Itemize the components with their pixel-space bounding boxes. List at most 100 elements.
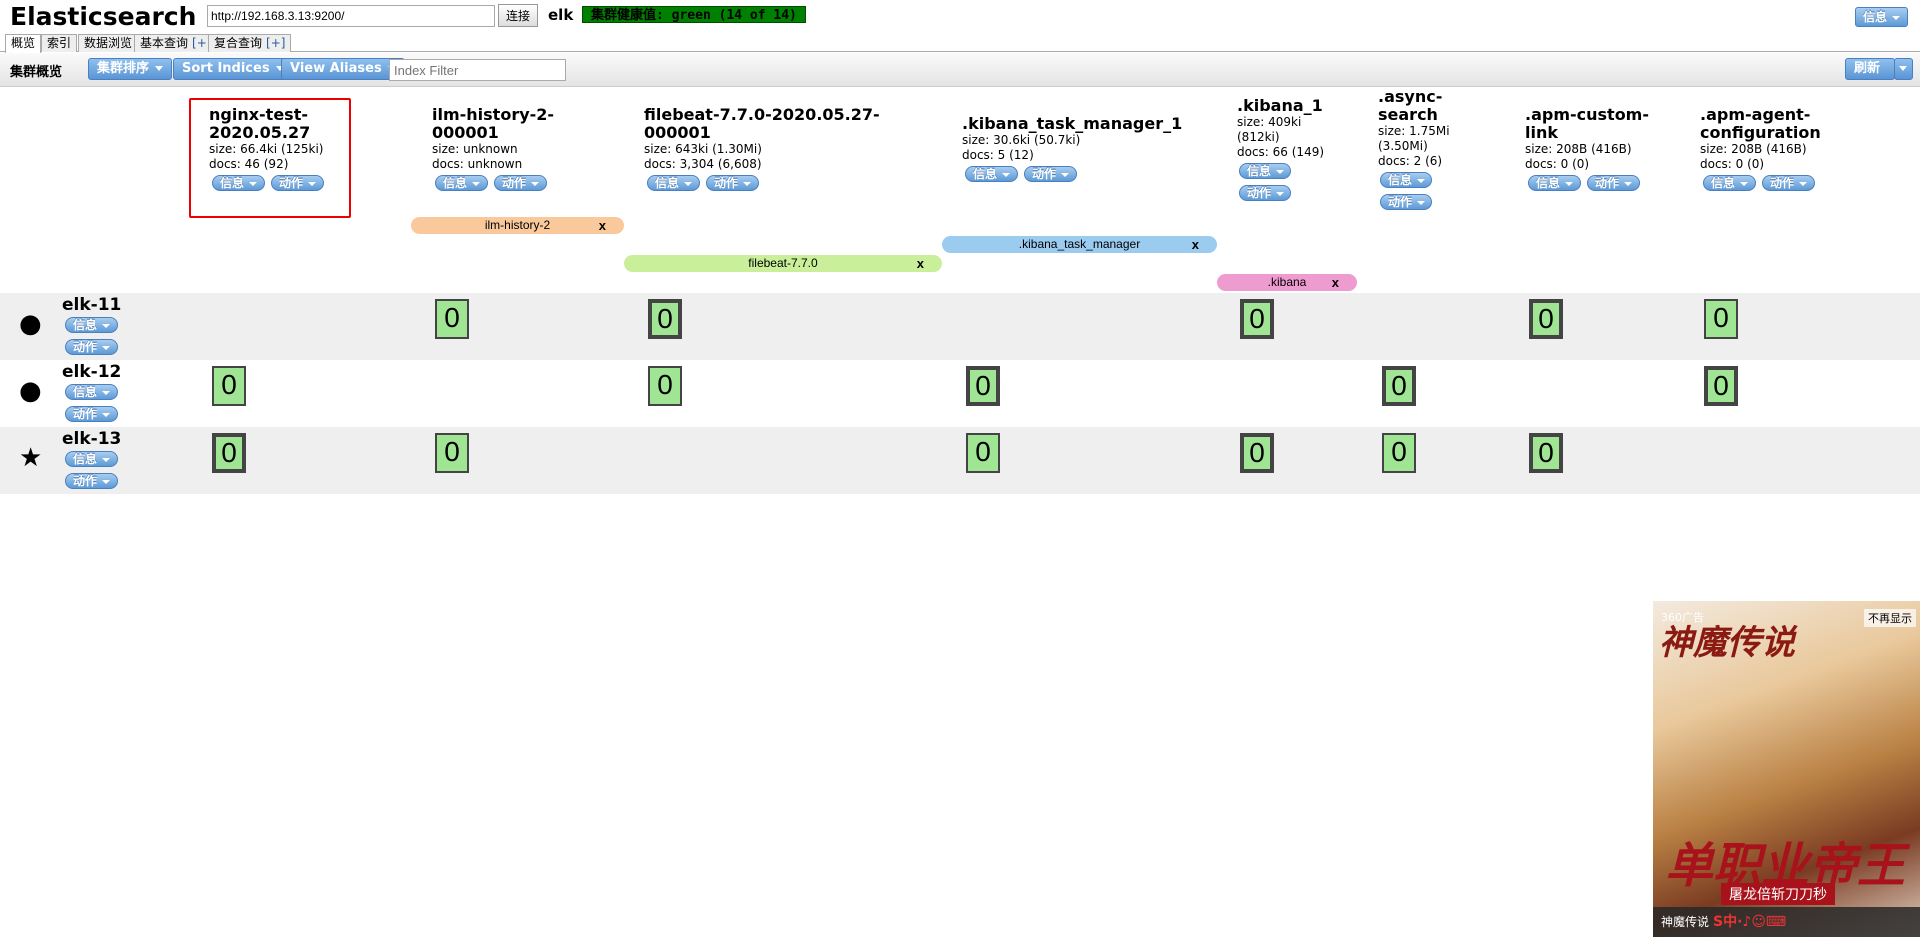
- view-aliases-button[interactable]: View Aliases: [281, 58, 405, 80]
- shard-box[interactable]: 0: [1382, 366, 1416, 406]
- node-info-button[interactable]: 信息: [65, 384, 119, 400]
- remove-alias-button[interactable]: x: [599, 217, 606, 234]
- remove-alias-button[interactable]: x: [1192, 236, 1199, 253]
- caret-down-icon: [102, 412, 111, 417]
- index-actions: 信息动作: [1378, 172, 1468, 210]
- index-info-button[interactable]: 信息: [1703, 175, 1757, 191]
- shard-box[interactable]: 0: [1529, 433, 1563, 473]
- index-size: size: unknown: [432, 142, 518, 156]
- index-info-button[interactable]: 信息: [1528, 175, 1582, 191]
- alias-bar[interactable]: ilm-history-2 x: [411, 217, 624, 234]
- node-action-button[interactable]: 动作: [65, 473, 119, 489]
- shard-box[interactable]: 0: [212, 366, 246, 406]
- sort-cluster-button[interactable]: 集群排序: [88, 58, 173, 80]
- index-action-button[interactable]: 动作: [1239, 185, 1291, 201]
- shard-box[interactable]: 0: [1529, 299, 1563, 339]
- tab-3[interactable]: 基本查询 [+]: [134, 34, 218, 52]
- index-actions: 信息 动作: [1525, 175, 1675, 191]
- node-row: ● elk-11 信息 动作 0 0 0 0 0: [0, 293, 1920, 360]
- ad-subtitle: 屠龙倍斩刀刀秒: [1721, 883, 1835, 905]
- node-info-button[interactable]: 信息: [65, 317, 119, 333]
- index-info-button-label: 信息: [443, 176, 468, 190]
- tab-4[interactable]: 复合查询 [+]: [208, 34, 292, 52]
- node-info-button[interactable]: 信息: [65, 451, 119, 467]
- tab-1[interactable]: 索引: [41, 34, 78, 52]
- index-info-button-label: 信息: [1711, 176, 1736, 190]
- index-action-button[interactable]: 动作: [1762, 175, 1816, 191]
- refresh-dropdown-button[interactable]: [1894, 58, 1913, 80]
- shard-box[interactable]: 0: [966, 366, 1000, 406]
- index-action-button[interactable]: 动作: [706, 175, 760, 191]
- index-name: .apm-custom-link: [1525, 105, 1649, 142]
- index-action-button[interactable]: 动作: [1024, 166, 1078, 182]
- alias-bar[interactable]: .kibana x: [1217, 274, 1357, 291]
- refresh-button[interactable]: 刷新: [1845, 58, 1895, 80]
- index-size: size: 30.6ki (50.7ki): [962, 133, 1081, 147]
- node-action-button-label: 动作: [73, 474, 98, 488]
- index-info-button[interactable]: 信息: [965, 166, 1019, 182]
- index-action-button-label: 动作: [714, 176, 739, 190]
- caret-down-icon: [102, 457, 111, 462]
- index-actions: 信息 动作: [962, 166, 1212, 182]
- connect-button[interactable]: 连接: [498, 4, 538, 27]
- ime-toolbar[interactable]: S中·♪☺⌨: [1713, 912, 1786, 932]
- alias-bar[interactable]: filebeat-7.7.0 x: [624, 255, 942, 272]
- alias-bar[interactable]: .kibana_task_manager x: [942, 236, 1217, 253]
- index-actions: 信息 动作: [644, 175, 884, 191]
- caret-down-icon: [1061, 172, 1070, 177]
- alias-name: filebeat-7.7.0: [748, 256, 818, 270]
- index-filter-input[interactable]: [389, 59, 566, 81]
- caret-down-icon: [1799, 181, 1808, 186]
- index-actions: 信息 动作: [1700, 175, 1860, 191]
- shard-box[interactable]: 0: [1382, 433, 1416, 473]
- caret-down-icon: [684, 181, 693, 186]
- index-docs: docs: 3,304 (6,608): [644, 157, 762, 171]
- app-title: Elasticsearch: [10, 2, 197, 31]
- shard-box[interactable]: 0: [1704, 299, 1738, 339]
- shard-box[interactable]: 0: [648, 299, 682, 339]
- index-action-button-label: 动作: [1388, 195, 1413, 209]
- tab-label: 数据浏览: [84, 36, 133, 50]
- shard-box[interactable]: 0: [435, 299, 469, 339]
- url-input[interactable]: [207, 5, 495, 27]
- ad-dismiss-button[interactable]: 不再显示: [1864, 609, 1916, 627]
- index-action-button[interactable]: 动作: [1380, 194, 1432, 210]
- index-actions: 信息 动作: [432, 175, 582, 191]
- index-info-button-label: 信息: [655, 176, 680, 190]
- node-action-button-label: 动作: [73, 407, 98, 421]
- caret-down-icon: [1899, 66, 1907, 71]
- shard-box[interactable]: 0: [1704, 366, 1738, 406]
- sort-indices-label: Sort Indices: [182, 61, 270, 76]
- index-info-button[interactable]: 信息: [435, 175, 489, 191]
- index-docs: docs: unknown: [432, 157, 523, 171]
- advertisement-panel[interactable]: 360广告 不再显示 神魔传说 单职业帝王 屠龙倍斩刀刀秒 神魔传说 S中·♪☺…: [1653, 601, 1920, 937]
- node-action-button[interactable]: 动作: [65, 406, 119, 422]
- index-docs: docs: 2 (6): [1378, 154, 1443, 168]
- shard-box[interactable]: 0: [648, 366, 682, 406]
- shard-box[interactable]: 0: [1240, 299, 1274, 339]
- tab-add-link[interactable]: [+]: [266, 36, 285, 50]
- shard-box[interactable]: 0: [966, 433, 1000, 473]
- cluster-health-badge: 集群健康值: green (14 of 14): [582, 6, 806, 23]
- sort-indices-button[interactable]: Sort Indices: [173, 58, 293, 80]
- caret-down-icon: [1892, 15, 1901, 20]
- shard-box[interactable]: 0: [435, 433, 469, 473]
- index-header: ilm-history-2-000001 size: unknown docs: u…: [432, 106, 582, 191]
- info-dropdown-button[interactable]: 信息: [1855, 7, 1909, 27]
- tab-2[interactable]: 数据浏览: [78, 34, 139, 52]
- index-size: size: 409ki (812ki): [1237, 115, 1302, 144]
- shard-box[interactable]: 0: [212, 433, 246, 473]
- index-action-button[interactable]: 动作: [494, 175, 548, 191]
- index-info-button[interactable]: 信息: [1239, 163, 1291, 179]
- index-action-button[interactable]: 动作: [1587, 175, 1641, 191]
- index-info-button[interactable]: 信息: [1380, 172, 1432, 188]
- index-name: .kibana_task_manager_1: [962, 114, 1183, 133]
- remove-alias-button[interactable]: x: [1332, 274, 1339, 291]
- remove-alias-button[interactable]: x: [917, 255, 924, 272]
- tab-0[interactable]: 概览: [5, 34, 42, 53]
- index-actions: 信息 动作: [1237, 163, 1337, 201]
- node-action-button[interactable]: 动作: [65, 339, 119, 355]
- shard-box[interactable]: 0: [1240, 433, 1274, 473]
- index-info-button[interactable]: 信息: [647, 175, 701, 191]
- index-name: .apm-agent-configuration: [1700, 105, 1821, 142]
